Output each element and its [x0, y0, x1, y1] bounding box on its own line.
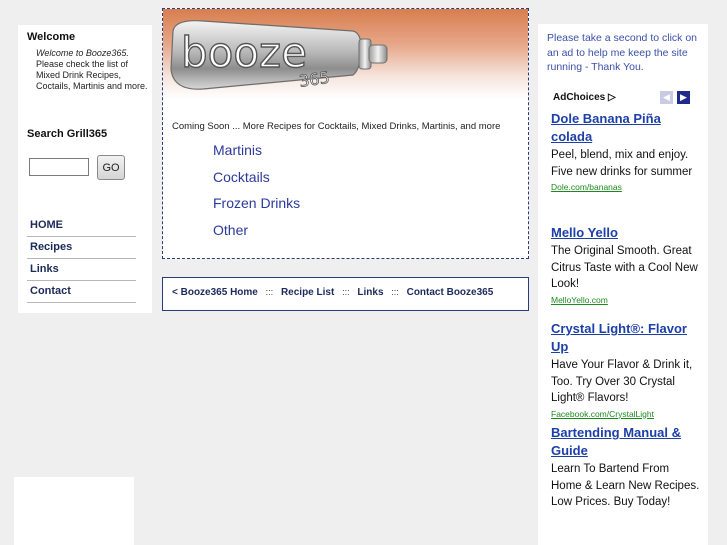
booze365-logo[interactable]: booze 365	[163, 9, 393, 99]
ad-title[interactable]: Dole Banana Piña colada	[551, 110, 701, 146]
nav-item-links[interactable]: Links	[27, 259, 136, 281]
footer-separator: :::	[265, 287, 274, 297]
footer-link-home[interactable]: < Booze365 Home	[172, 287, 258, 298]
welcome-intro: Welcome to Booze365.	[36, 48, 129, 58]
ads-sidebar: Please take a second to click on an ad t…	[538, 24, 708, 545]
sidebar-nav: HOME Recipes Links Contact	[27, 215, 136, 303]
nav-item-recipes[interactable]: Recipes	[27, 237, 136, 259]
footer-link-contact[interactable]: Contact Booze365	[407, 287, 494, 298]
footer-links: < Booze365 Home ::: Recipe List ::: Link…	[172, 287, 493, 298]
footer-link-recipe-list[interactable]: Recipe List	[281, 287, 334, 298]
logo-number: 365	[298, 68, 331, 91]
welcome-title: Welcome	[27, 31, 76, 43]
main-content: booze 365 Coming Soon ... More Recipes f…	[162, 8, 529, 259]
footer-separator: :::	[342, 287, 350, 297]
nav-item-contact[interactable]: Contact	[27, 281, 136, 303]
recipe-link-cocktails[interactable]: Cocktails	[213, 169, 300, 196]
welcome-text: Welcome to Booze365. Please check the li…	[36, 48, 148, 92]
footer-separator: :::	[391, 287, 399, 297]
ad-url[interactable]: Facebook.com/CrystalLight	[551, 409, 701, 419]
ad-body: Have Your Flavor & Drink it, Too. Try Ov…	[551, 359, 693, 404]
ad-title[interactable]: Mello Yello	[551, 224, 701, 242]
ad-body: Learn To Bartend From Home & Learn New R…	[551, 463, 700, 508]
adchoices-text: AdChoices	[553, 92, 606, 103]
recipe-categories: Martinis Cocktails Frozen Drinks Other	[213, 142, 300, 248]
footer-link-links[interactable]: Links	[357, 287, 383, 298]
recipe-link-frozen-drinks[interactable]: Frozen Drinks	[213, 195, 300, 222]
ad-title[interactable]: Crystal Light®: Flavor Up	[551, 320, 701, 356]
ad-item: Mello Yello The Original Smooth. Great C…	[551, 224, 701, 305]
adchoices-label[interactable]: AdChoices ▷	[553, 92, 616, 103]
go-button[interactable]: GO	[97, 155, 125, 180]
ad-item: Bartending Manual & Guide Learn To Barte…	[551, 424, 701, 511]
left-sidebar: Welcome Welcome to Booze365. Please chec…	[18, 25, 152, 313]
ad-next-arrow-icon[interactable]: ▶	[677, 91, 690, 104]
ad-support-message: Please take a second to click on an ad t…	[547, 32, 698, 73]
coming-soon-text: Coming Soon ... More Recipes for Cocktai…	[172, 121, 501, 132]
ad-title[interactable]: Bartending Manual & Guide	[551, 424, 701, 460]
ad-item: Dole Banana Piña colada Peel, blend, mix…	[551, 110, 701, 192]
nav-item-home[interactable]: HOME	[27, 215, 136, 237]
ad-body: The Original Smooth. Great Citrus Taste …	[551, 245, 698, 290]
recipe-link-other[interactable]: Other	[213, 222, 300, 249]
ad-body: Peel, blend, mix and enjoy. Five new dri…	[551, 149, 693, 178]
footer-nav: < Booze365 Home ::: Recipe List ::: Link…	[162, 277, 529, 311]
logo-text: booze	[181, 28, 307, 77]
search-input[interactable]	[29, 158, 89, 176]
welcome-body: Please check the list of Mixed Drink Rec…	[36, 59, 148, 91]
adchoices-icon: ▷	[608, 92, 616, 103]
site-banner: booze 365	[163, 9, 528, 99]
ad-url[interactable]: MelloYello.com	[551, 295, 701, 305]
ad-url[interactable]: Dole.com/bananas	[551, 182, 701, 192]
search-title: Search Grill365	[27, 128, 108, 140]
ad-item: Crystal Light®: Flavor Up Have Your Flav…	[551, 320, 701, 419]
recipe-link-martinis[interactable]: Martinis	[213, 142, 300, 169]
left-ad-slot	[14, 477, 134, 545]
ad-prev-arrow-icon[interactable]: ◀	[660, 91, 673, 104]
